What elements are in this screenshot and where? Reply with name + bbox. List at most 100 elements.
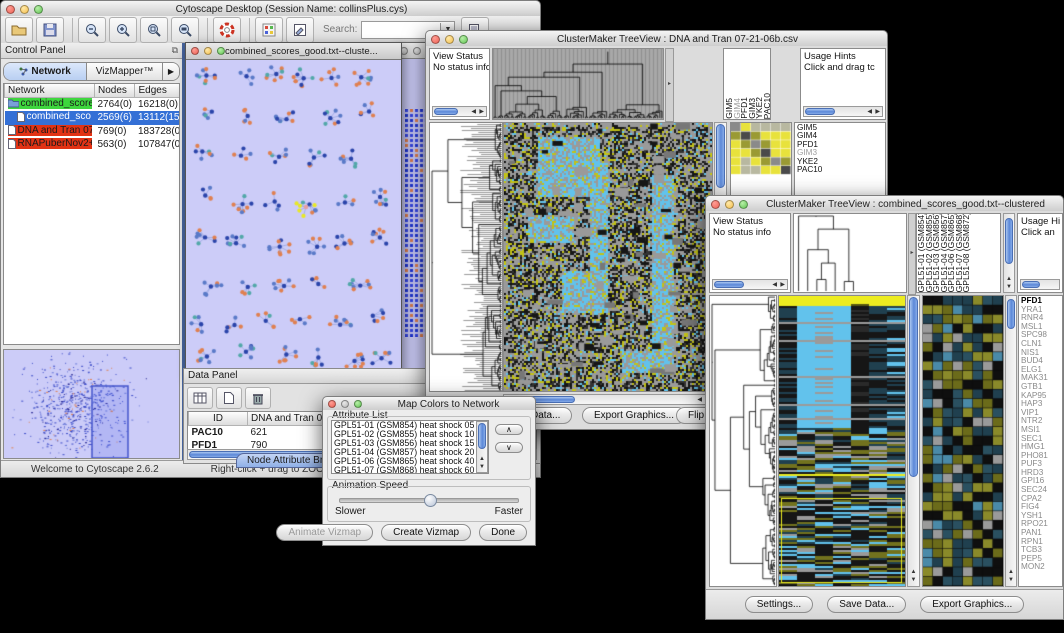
zoom-window-icon[interactable] xyxy=(217,47,225,55)
attribute-item[interactable]: GPL51-07 (GSM868) heat shock 60 min xyxy=(332,466,488,474)
tv2-divider[interactable]: ▸ xyxy=(908,213,916,295)
create-vizmap-button[interactable]: Create Vizmap xyxy=(381,524,471,541)
zoom-heatmap[interactable] xyxy=(731,123,791,175)
save-button[interactable] xyxy=(36,17,64,43)
tab-network[interactable]: Network xyxy=(4,63,87,80)
birdseye-view[interactable] xyxy=(4,350,179,459)
zoom-fit-icon[interactable] xyxy=(171,17,199,43)
delete-attribute-icon[interactable] xyxy=(245,387,271,409)
view-status-scrollbar[interactable]: ◀ ▶ xyxy=(432,106,487,117)
attribute-list-scrollbar[interactable]: ▲ ▼ xyxy=(476,421,488,473)
close-icon[interactable] xyxy=(328,400,336,408)
move-down-button[interactable]: ∨ xyxy=(495,442,523,453)
tv2-vscrollbar[interactable]: ▲ ▼ xyxy=(907,295,920,587)
animate-vizmap-button[interactable]: Animate Vizmap xyxy=(276,524,373,541)
control-panel: Control Panel ⧉ Network VizMapper™ ▶ xyxy=(1,43,183,461)
usage-hints-info: Click an xyxy=(1021,227,1055,238)
minimize-icon[interactable] xyxy=(413,47,421,55)
usage-hints-scrollbar[interactable]: ◀ ▶ xyxy=(803,106,883,117)
network-row[interactable]: RNAPuberNov2+ 563(0) 107847(0) xyxy=(5,138,181,152)
zoom-window-icon[interactable] xyxy=(459,35,468,44)
minimize-icon[interactable] xyxy=(341,400,349,408)
zoom-window-icon[interactable] xyxy=(354,400,362,408)
birdseye-panel[interactable] xyxy=(3,349,180,459)
column-label[interactable]: GPL51-08 (GSM872) xyxy=(963,213,971,292)
dialog-title: Map Colors to Network xyxy=(362,399,535,410)
new-attribute-icon[interactable] xyxy=(216,387,242,409)
zoom-window-icon[interactable] xyxy=(34,5,43,14)
tv2-row-dendrogram-panel[interactable] xyxy=(709,295,777,587)
close-icon[interactable] xyxy=(431,35,440,44)
slower-label: Slower xyxy=(335,506,366,517)
export-graphics-button[interactable]: Export Graphics... xyxy=(920,596,1024,613)
select-attributes-icon[interactable] xyxy=(187,387,213,409)
row-dendrogram[interactable] xyxy=(430,123,502,391)
tab-vizmapper[interactable]: VizMapper™ xyxy=(87,63,163,80)
tv2-usage-hints: Usage Hi Click an xyxy=(1017,213,1063,293)
col-network[interactable]: Network xyxy=(5,84,95,98)
done-button[interactable]: Done xyxy=(479,524,527,541)
zoom-out-icon[interactable] xyxy=(78,17,106,43)
tab-overflow-button[interactable]: ▶ xyxy=(163,63,179,80)
view-status-scrollbar[interactable]: ◀ ▶ xyxy=(712,279,788,290)
close-icon[interactable] xyxy=(711,200,720,209)
network-frame: combined_scores_good.txt--cluste... xyxy=(185,42,402,377)
column-label[interactable]: PAC10 xyxy=(764,93,772,119)
usage-hints-title: Usage Hi xyxy=(1021,216,1060,227)
zoom-in-icon[interactable] xyxy=(109,17,137,43)
tv1-row-dendrogram-panel[interactable] xyxy=(429,122,503,392)
view-status-title: View Status xyxy=(433,51,483,62)
tv2-heatmap-panel[interactable] xyxy=(778,295,906,587)
row-dendrogram[interactable] xyxy=(710,296,776,586)
close-icon[interactable] xyxy=(191,47,199,55)
help-lifesaver-icon[interactable] xyxy=(213,17,241,43)
zoom-heatmap[interactable] xyxy=(923,296,1003,586)
global-heatmap[interactable] xyxy=(504,123,712,391)
network-row[interactable]: DNA and Tran 07 769(0) 183728(0) xyxy=(5,125,181,139)
global-heatmap[interactable] xyxy=(779,296,905,586)
col-id[interactable]: ID xyxy=(189,412,248,426)
tv1-divider[interactable]: ▸ xyxy=(665,48,674,122)
network-view[interactable] xyxy=(186,60,399,375)
tv2-genes-scrollbar[interactable]: ▲ ▼ xyxy=(1005,295,1017,587)
zoom-window-icon[interactable] xyxy=(739,200,748,209)
annotation-icon[interactable] xyxy=(286,17,314,43)
gene-label[interactable]: MON2 xyxy=(1021,563,1060,572)
tab-vizmapper-label: VizMapper™ xyxy=(96,66,154,77)
network-frame-titlebar[interactable]: combined_scores_good.txt--cluste... xyxy=(186,43,401,60)
close-icon[interactable] xyxy=(6,5,15,14)
network-row[interactable]: combined_scores 2764(0) 16218(0) xyxy=(5,98,181,112)
vizmapper-icon[interactable] xyxy=(255,17,283,43)
tv1-column-labels: GIM5GIM4PFD1GIM3YKE2PAC10 xyxy=(723,48,771,120)
move-up-button[interactable]: ∧ xyxy=(495,424,523,435)
treeview-combined-window: ClusterMaker TreeView : combined_scores_… xyxy=(705,195,1064,620)
tv1-heatmap-panel[interactable] xyxy=(503,122,713,392)
data-panel-title: Data Panel xyxy=(188,370,237,381)
col-edges[interactable]: Edges xyxy=(135,84,180,98)
file-icon xyxy=(8,125,16,135)
open-file-button[interactable] xyxy=(5,17,33,43)
column-dendrogram[interactable] xyxy=(794,214,858,292)
settings-button[interactable]: Settings... xyxy=(745,596,813,613)
usage-hints-scrollbar[interactable] xyxy=(1020,279,1060,290)
column-dendrogram[interactable] xyxy=(493,49,663,119)
export-graphics-button[interactable]: Export Graphics... xyxy=(582,407,686,424)
minimize-icon[interactable] xyxy=(20,5,29,14)
float-panel-icon[interactable]: ⧉ xyxy=(172,45,178,56)
slider-thumb[interactable] xyxy=(424,494,437,507)
col-nodes[interactable]: Nodes xyxy=(95,84,135,98)
tv2-zoom-panel[interactable] xyxy=(922,295,1004,587)
save-data-button[interactable]: Save Data... xyxy=(827,596,906,613)
tv2-top-vscrollbar[interactable]: ▲ ▼ xyxy=(1003,213,1015,293)
minimize-icon[interactable] xyxy=(725,200,734,209)
toolbar-separator xyxy=(72,18,73,42)
animation-slider[interactable] xyxy=(339,498,519,503)
gene-label[interactable]: PAC10 xyxy=(797,166,883,174)
tv1-column-dendrogram-panel[interactable] xyxy=(492,48,664,120)
tv2-column-dendrogram-panel[interactable] xyxy=(793,213,907,293)
network-row-selected[interactable]: combined_sco 2569(6) 13112(15) xyxy=(5,111,181,125)
zoom-selected-icon[interactable] xyxy=(140,17,168,43)
minimize-icon[interactable] xyxy=(445,35,454,44)
minimize-icon[interactable] xyxy=(204,47,212,55)
toolbar-separator xyxy=(249,18,250,42)
